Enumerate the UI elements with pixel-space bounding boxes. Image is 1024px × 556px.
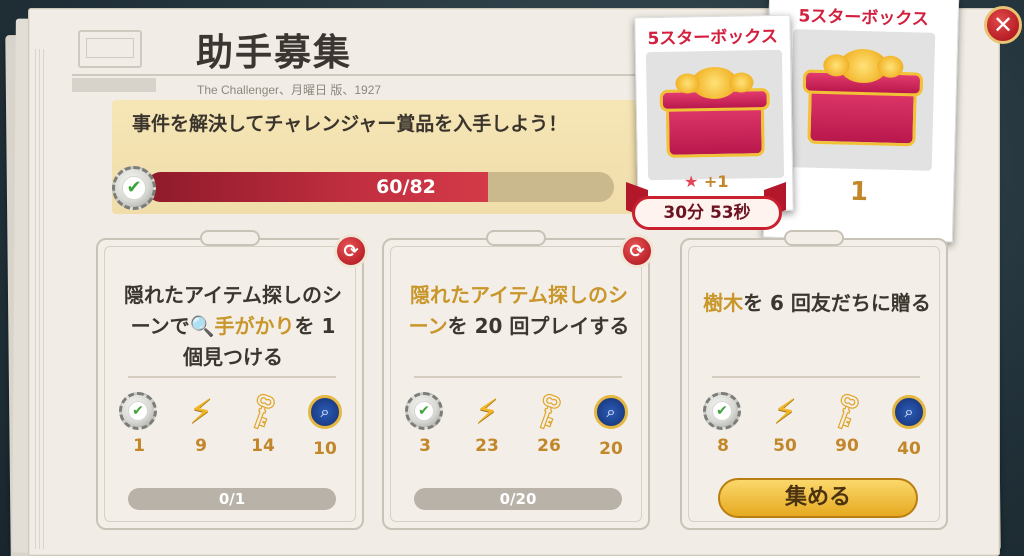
newspaper-logo — [78, 30, 142, 68]
divider — [414, 376, 622, 378]
reward-keys-value: 14 — [251, 436, 275, 456]
goal-text: 事件を解決してチャレンジャー賞品を入手しよう！ — [132, 113, 568, 135]
check-seal-icon: ✔ — [405, 392, 443, 430]
task-panel-2: ⟳ 隠れたアイテム探しのシーンを 20 回プレイする ✔ 3 ⚡ 23 🗝 26… — [382, 230, 654, 530]
task-progress-bar: 0/20 — [414, 488, 622, 510]
check-seal-icon: ✔ — [119, 392, 157, 430]
refresh-button[interactable]: ⟳ — [334, 234, 368, 268]
magnifier-medal-icon: ⌕ — [308, 395, 342, 429]
task-panel-1: ⟳ 隠れたアイテム探しのシーンで🔍手がかりを 1 個見つける ✔ 1 ⚡ 9 🗝… — [96, 230, 368, 530]
goal-progress-label: 60/82 — [376, 176, 436, 198]
check-seal-icon: ✔ — [703, 392, 741, 430]
magnifier-medal-icon: ⌕ — [892, 395, 926, 429]
reward-keys: 🗝 90 — [822, 387, 872, 459]
reward-points-value: 8 — [717, 436, 729, 456]
reward-keys-value: 90 — [835, 436, 859, 456]
divider — [712, 376, 920, 378]
task-rewards: ✔ 3 ⚡ 23 🗝 26 ⌕ 20 — [394, 387, 642, 459]
goal-progress-bar: 60/82 — [146, 172, 614, 202]
reward-medal: ⌕ 20 — [586, 392, 636, 459]
page-subtitle: The Challenger、月曜日 版、1927 — [197, 83, 382, 97]
task-description: 隠れたアイテム探しのシーンを 20 回プレイする — [404, 280, 634, 342]
panel-ornament — [784, 230, 844, 246]
reward-energy-value: 9 — [195, 436, 207, 456]
wind-key-icon: 🗝 — [237, 386, 288, 437]
energy-bolt-icon: ⚡ — [773, 392, 797, 432]
check-seal-icon: ✔ — [112, 166, 156, 210]
star-box-image — [645, 49, 785, 181]
task-text-highlight: 手がかり — [214, 314, 295, 338]
reward-energy-value: 23 — [475, 436, 499, 456]
divider — [128, 376, 336, 378]
star-icon: ★ — [684, 172, 699, 191]
panel-ornament — [200, 230, 260, 246]
newspaper-logo-band — [72, 78, 156, 92]
reward-energy: ⚡ 50 — [760, 392, 810, 459]
task-text-part: を 20 回プレイする — [447, 314, 630, 338]
reward-points: ✔ 3 — [400, 392, 450, 459]
close-button[interactable]: ✕ — [984, 6, 1022, 44]
reward-points-value: 1 — [133, 436, 145, 456]
close-icon: ✕ — [992, 11, 1014, 39]
reward-points: ✔ 1 — [114, 392, 164, 459]
reward-medal-value: 10 — [313, 439, 337, 459]
star-bonus-value: +1 — [703, 172, 729, 191]
refresh-icon: ⟳ — [343, 240, 359, 262]
countdown-timer: 30分 53秒 — [632, 196, 782, 230]
star-bonus: ★ +1 — [684, 172, 728, 191]
reward-keys-value: 26 — [537, 436, 561, 456]
reward-card-back-title: 5スターボックス — [798, 6, 930, 30]
panel-ornament — [486, 230, 546, 246]
reward-keys: 🗝 26 — [524, 387, 574, 459]
reward-medal-value: 20 — [599, 439, 623, 459]
task-text-highlight: 樹木 — [703, 291, 744, 315]
collect-button[interactable]: 集める — [718, 478, 918, 518]
reward-energy: ⚡ 9 — [176, 392, 226, 459]
reward-medal: ⌕ 10 — [300, 392, 350, 459]
reward-card-front-title: 5スターボックス — [647, 26, 778, 50]
task-progress-bar: 0/1 — [128, 488, 336, 510]
star-box-image — [789, 29, 936, 171]
task-panel-3: 樹木を 6 回友だちに贈る ✔ 8 ⚡ 50 🗝 90 ⌕ 40 集める — [680, 230, 948, 530]
paper-edge-lines — [35, 49, 47, 549]
reward-points: ✔ 8 — [698, 392, 748, 459]
task-description: 樹木を 6 回友だちに贈る — [702, 288, 932, 319]
magnifier-medal-icon: ⌕ — [594, 395, 628, 429]
wind-key-icon: 🗝 — [523, 386, 574, 437]
masthead-rule — [72, 74, 642, 76]
reward-energy: ⚡ 23 — [462, 392, 512, 459]
wind-key-icon: 🗝 — [821, 386, 872, 437]
task-rewards: ✔ 1 ⚡ 9 🗝 14 ⌕ 10 — [108, 387, 356, 459]
refresh-button[interactable]: ⟳ — [620, 234, 654, 268]
clue-icon: 🔍 — [189, 314, 215, 338]
reward-medal-value: 40 — [897, 439, 921, 459]
energy-bolt-icon: ⚡ — [189, 392, 213, 432]
reward-medal: ⌕ 40 — [884, 392, 934, 459]
refresh-icon: ⟳ — [629, 240, 645, 262]
reward-keys: 🗝 14 — [238, 387, 288, 459]
task-text-part: を 6 回友だちに贈る — [743, 291, 931, 315]
task-rewards: ✔ 8 ⚡ 50 🗝 90 ⌕ 40 — [692, 387, 940, 459]
task-description: 隠れたアイテム探しのシーンで🔍手がかりを 1 個見つける — [118, 280, 348, 373]
reward-points-value: 3 — [419, 436, 431, 456]
reward-energy-value: 50 — [773, 436, 797, 456]
page-title: 助手募集 — [196, 30, 352, 74]
energy-bolt-icon: ⚡ — [475, 392, 499, 432]
